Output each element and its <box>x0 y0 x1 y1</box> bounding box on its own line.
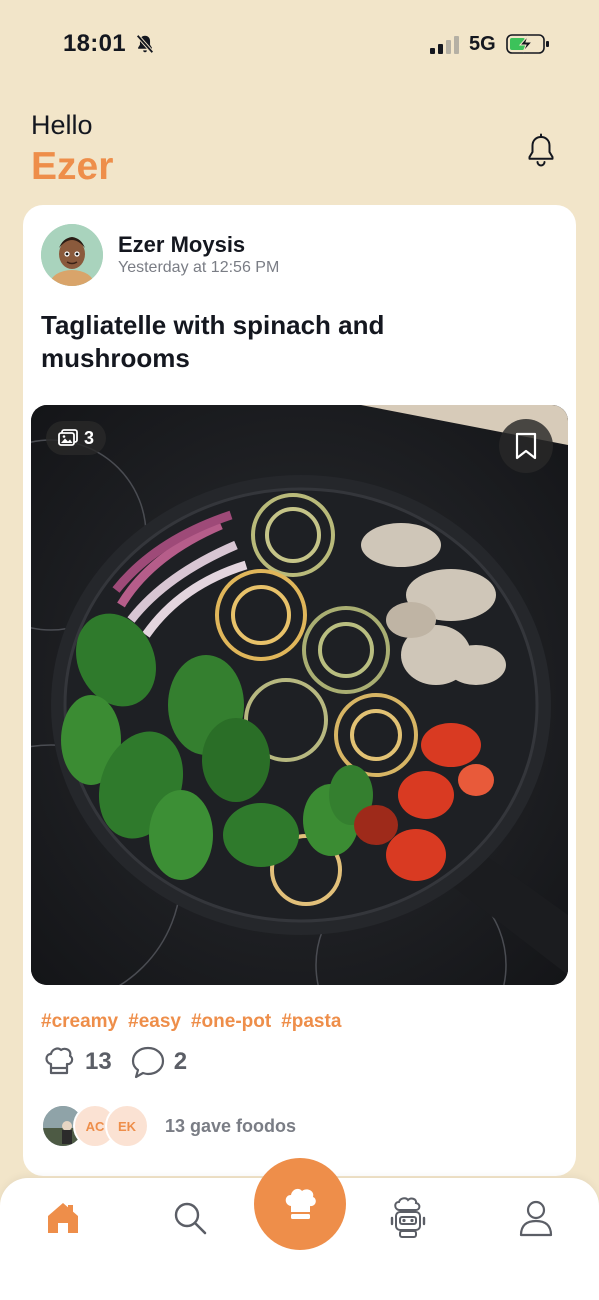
comment-count: 2 <box>173 1048 188 1075</box>
image-count-badge: 3 <box>46 421 107 455</box>
bookmark-button[interactable] <box>499 419 553 473</box>
post-tags: #creamy #easy #one-pot #pasta <box>41 1011 341 1033</box>
tag-one-pot[interactable]: #one-pot <box>191 1011 271 1033</box>
bell-slash-icon <box>136 34 154 54</box>
nav-home[interactable] <box>41 1196 85 1240</box>
nav-ai-chef[interactable] <box>386 1196 430 1240</box>
battery-charging-icon <box>506 34 549 54</box>
comment-icon <box>131 1046 164 1079</box>
network-type: 5G <box>469 33 496 55</box>
foodos-summary[interactable]: AC EK 13 gave foodos <box>41 1103 296 1149</box>
home-icon <box>48 1203 78 1233</box>
bell-icon[interactable] <box>524 133 558 169</box>
pasta-pan-photo <box>31 405 568 985</box>
foodo-avatar-ek: EK <box>105 1104 149 1148</box>
greeting-text: Hello <box>31 110 93 140</box>
bookmark-icon <box>515 432 537 460</box>
foodo-count: 13 <box>85 1048 112 1075</box>
username: Ezer <box>31 145 114 188</box>
tag-pasta[interactable]: #pasta <box>281 1011 341 1033</box>
create-post-button[interactable] <box>254 1158 346 1250</box>
tag-creamy[interactable]: #creamy <box>41 1011 118 1033</box>
post-card[interactable]: Ezer Moysis Yesterday at 12:56 PM Taglia… <box>23 205 576 1176</box>
post-title[interactable]: Tagliatelle with spinach and mushrooms <box>41 309 501 375</box>
post-stats: 13 2 <box>41 1041 187 1083</box>
author-avatar[interactable] <box>41 224 103 286</box>
comment-button[interactable]: 2 <box>130 1044 187 1080</box>
robot-chef-icon <box>390 1197 426 1238</box>
gallery-icon <box>58 429 78 446</box>
signal-icon <box>430 36 459 54</box>
post-photo[interactable]: 3 <box>31 405 568 985</box>
tag-easy[interactable]: #easy <box>128 1011 181 1033</box>
chef-hat-icon <box>45 1047 74 1075</box>
status-bar: 18:01 5G <box>0 0 599 90</box>
foodos-text: 13 gave foodos <box>165 1115 297 1136</box>
search-icon <box>174 1202 207 1235</box>
profile-icon <box>519 1200 553 1237</box>
status-time: 18:01 <box>63 30 126 57</box>
chef-hat-icon <box>285 1188 316 1219</box>
nav-profile[interactable] <box>514 1196 558 1240</box>
author-name[interactable]: Ezer Moysis <box>118 232 245 258</box>
foodo-button[interactable]: 13 <box>41 1044 112 1080</box>
image-count: 3 <box>84 427 95 448</box>
nav-search[interactable] <box>168 1196 212 1240</box>
post-timestamp: Yesterday at 12:56 PM <box>118 259 280 276</box>
